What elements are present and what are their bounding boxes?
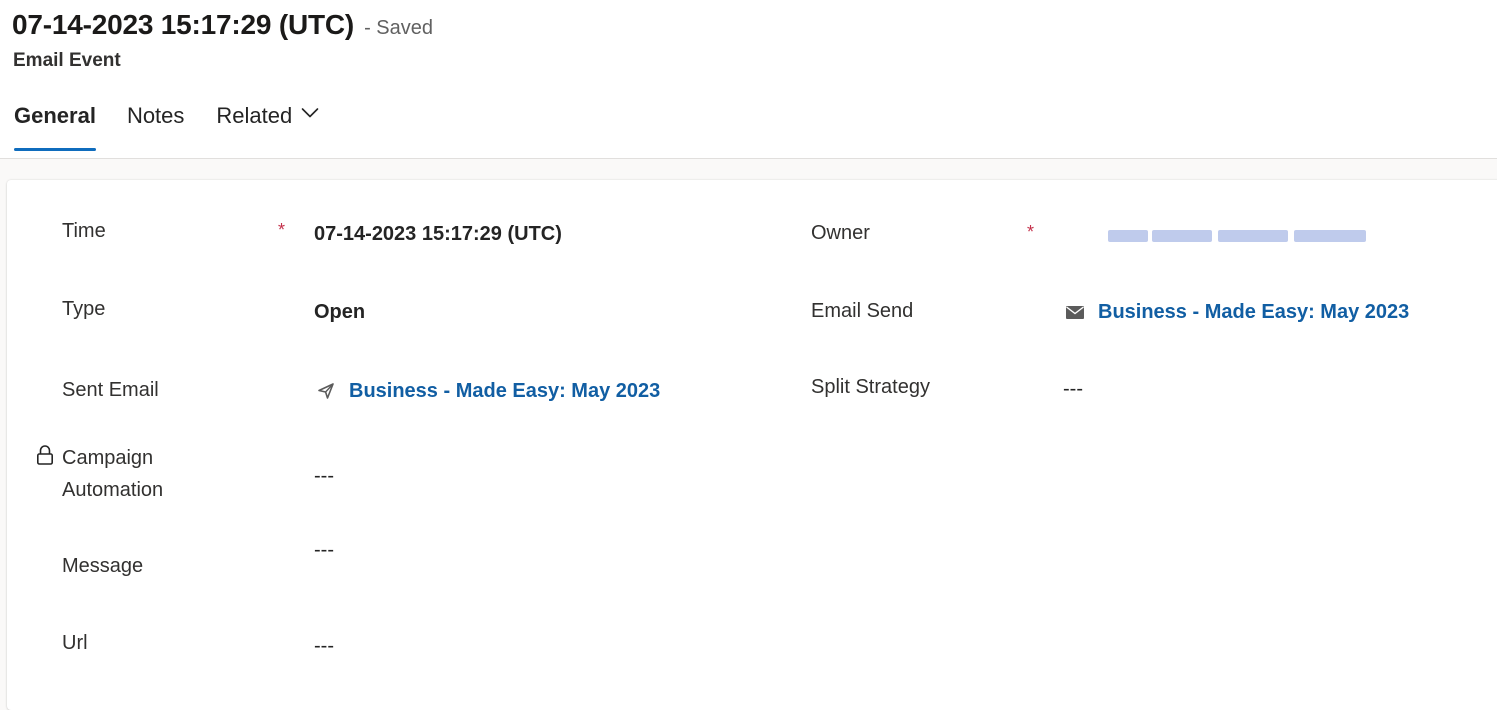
required-marker: * <box>1027 222 1035 242</box>
tab-related-label: Related <box>216 103 293 128</box>
campaign-automation-label-line1: Campaign <box>62 447 154 469</box>
record-header: 07-14-2023 15:17:29 (UTC) - Saved Email … <box>0 0 1497 159</box>
tab-general[interactable]: General <box>14 96 96 151</box>
required-marker: * <box>278 220 286 240</box>
mail-icon <box>1066 306 1084 319</box>
owner-label: Owner <box>811 222 870 244</box>
tab-notes[interactable]: Notes <box>127 96 184 150</box>
message-value[interactable]: --- <box>314 536 334 564</box>
url-value[interactable]: --- <box>314 632 334 660</box>
lock-icon <box>36 445 53 465</box>
split-strategy-value[interactable]: --- <box>1063 375 1083 403</box>
time-value[interactable]: 07-14-2023 15:17:29 (UTC) <box>314 220 562 248</box>
email-send-link[interactable]: Business - Made Easy: May 2023 <box>1098 301 1409 324</box>
chevron-down-icon <box>301 108 319 118</box>
entity-name: Email Event <box>13 50 121 71</box>
type-value[interactable]: Open <box>314 298 365 326</box>
sent-email-label: Sent Email <box>62 379 159 401</box>
email-send-label: Email Send <box>811 300 914 322</box>
message-label: Message <box>62 555 144 577</box>
url-label: Url <box>62 632 88 654</box>
sent-email-link[interactable]: Business - Made Easy: May 2023 <box>349 380 660 403</box>
page-title: 07-14-2023 15:17:29 (UTC) <box>12 9 355 40</box>
split-strategy-label: Split Strategy <box>811 376 930 398</box>
campaign-automation-value[interactable]: --- <box>314 462 334 490</box>
campaign-automation-label-line2: Automation <box>62 479 164 501</box>
owner-value-redacted[interactable] <box>1108 223 1368 249</box>
general-form-section: Time * 07-14-2023 15:17:29 (UTC) Type Op… <box>7 180 1497 710</box>
title-row: 07-14-2023 15:17:29 (UTC) - Saved <box>12 9 433 41</box>
type-label: Type <box>62 298 106 320</box>
save-status: - Saved <box>364 17 433 39</box>
tab-related[interactable]: Related <box>216 96 319 150</box>
time-label: Time <box>62 220 106 242</box>
tab-bar: General Notes Related <box>0 96 319 158</box>
send-icon <box>318 383 334 399</box>
